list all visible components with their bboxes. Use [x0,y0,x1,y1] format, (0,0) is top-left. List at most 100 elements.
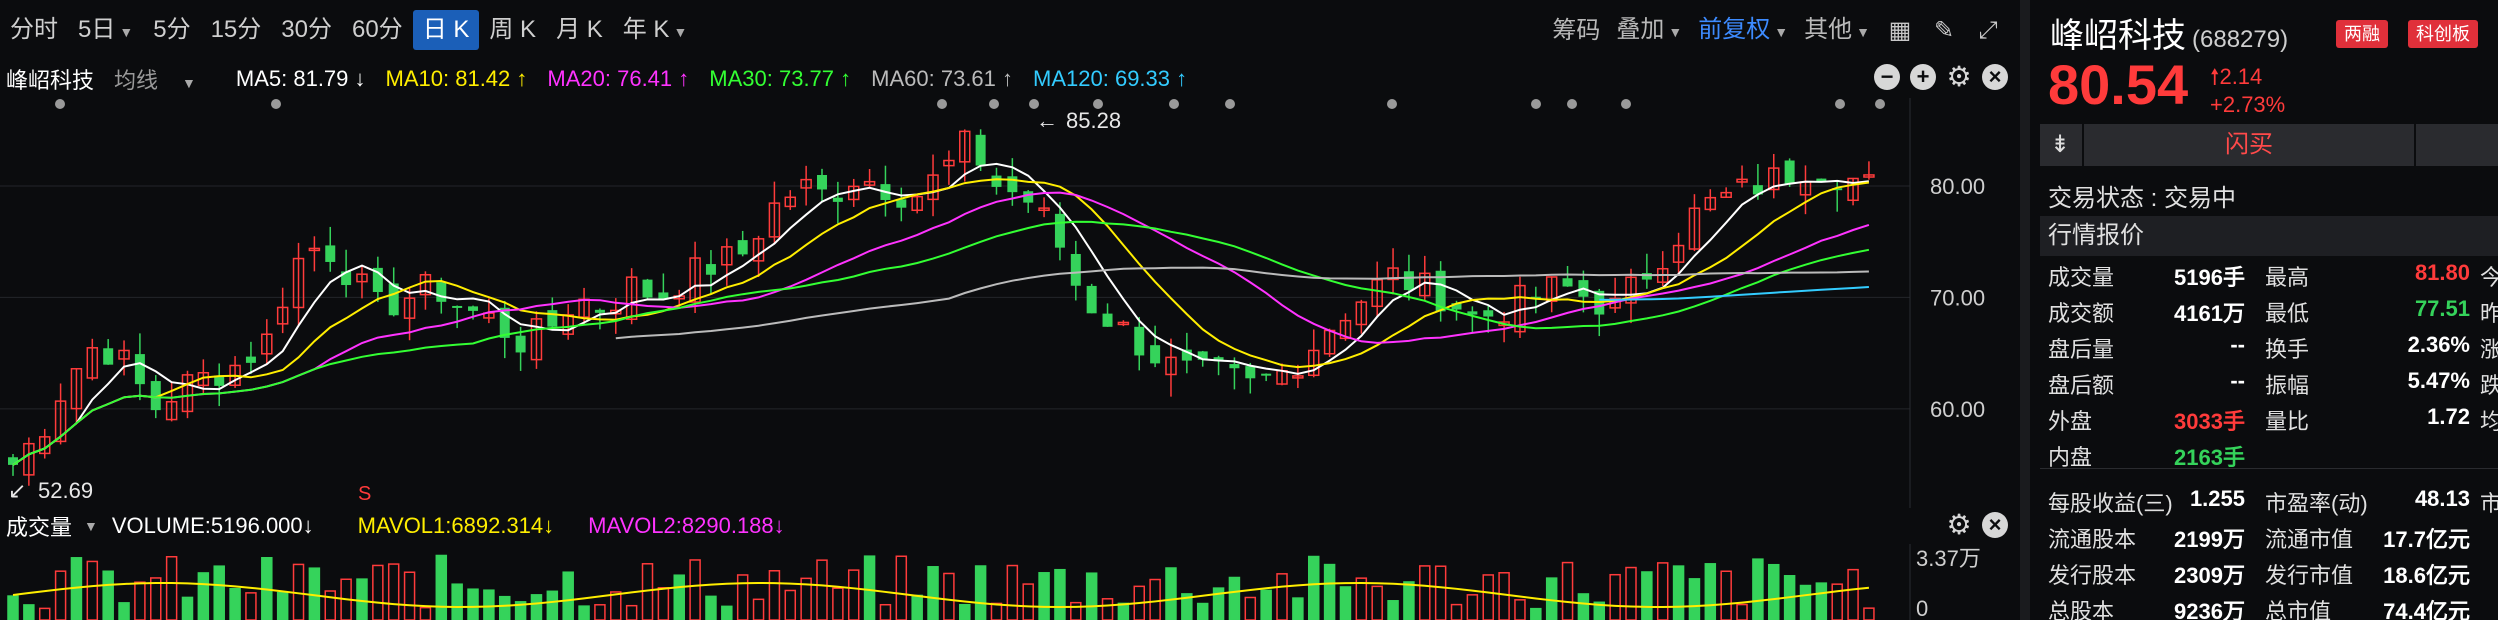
volume-bar [1006,564,1019,620]
volume-bar [1514,599,1526,620]
zoom-in-icon[interactable]: + [1910,64,1936,90]
volume-bar [134,581,146,620]
chevron-down-icon[interactable]: ▼ [84,518,98,534]
pen-icon[interactable]: ✎ [1930,17,1958,45]
volume-bar [689,559,701,620]
volume-bar [1228,576,1241,620]
volume-bar [784,589,797,620]
volume-bar [1307,555,1320,620]
zoom-out-icon[interactable]: − [1874,64,1900,90]
candle-body [468,306,479,311]
candle-body [1070,253,1081,286]
volume-bar [1688,578,1701,620]
volume-controls: ⚙ × [1936,511,2008,539]
candle-body [452,305,463,308]
volume-bar [1768,563,1780,620]
period-tab-label: 5日 [78,16,116,43]
overlay-dropdown[interactable]: 叠加 ▼ [1608,10,1690,52]
volume-bar [435,554,448,620]
volume-bar [1070,601,1082,620]
quote-row: 流通股本 2199万 流通市值 17.7亿元 [2040,522,2498,558]
volume-bar [419,606,432,620]
quote-value: 81.80 [2414,260,2470,285]
gear-icon[interactable]: ⚙ [1946,511,1972,539]
quote-label: 跌 [2480,373,2498,398]
quote-section-title: 行情报价 [2040,216,2498,256]
period-tab-9[interactable]: 年 K ▼ [613,10,698,50]
quote-value: 2.36% [2407,332,2470,357]
volume-bar [356,578,368,620]
period-tab-1[interactable]: 5日 ▼ [68,10,143,50]
volume-bar [1736,603,1748,620]
other-dropdown[interactable]: 其他 ▼ [1796,10,1878,52]
fullscreen-icon[interactable]: ⤢ [1974,17,2002,45]
price-change-pct: +2.73% [2210,92,2286,117]
period-tab-5[interactable]: 60分 [342,10,413,50]
candle-body [134,354,145,385]
volume-bar [879,603,892,620]
candle-body [1403,271,1414,291]
grid-icon[interactable]: ▦ [1886,17,1914,45]
quote-row: 内盘 2163手 [2040,440,2498,476]
period-tab-4[interactable]: 30分 [271,10,342,50]
close-icon[interactable]: × [1982,512,2008,538]
adjust-dropdown[interactable]: 前复权 ▼ [1690,10,1796,52]
kline-chart[interactable]: 80.00 70.00 60.00 85.28 ← 52.69 ↙ S [0,98,2020,508]
volume-bar [1101,598,1114,620]
volume-bar [1799,584,1812,620]
volume-bar [1625,566,1637,620]
volume-bar [1656,562,1669,620]
stock-name: 峰岹科技 [2050,17,2186,55]
volume-bar [1260,589,1272,620]
period-tab-7[interactable]: 周 K [479,10,546,50]
mavol2-label: MAVOL2:8290.188↓ [588,513,785,538]
chevron-down-icon: ▼ [673,24,688,40]
candle-body [515,335,526,353]
period-tab-8[interactable]: 月 K [546,10,613,50]
volume-bar [816,559,828,620]
y-tick-label: 70.00 [1930,285,1985,310]
quote-row: 总股本 9236万 总市值 74.4亿元 [2040,594,2498,620]
volume-bar [1498,572,1510,620]
panel-divider[interactable] [2020,0,2030,620]
volume-bar [927,566,939,620]
volume-bar [943,572,955,620]
mavol1-line [12,582,1870,608]
gear-icon[interactable]: ⚙ [1946,63,1972,91]
period-tab-0[interactable]: 分时 [0,10,68,50]
volume-bar [1038,572,1050,620]
period-tab-6[interactable]: 日 K [412,10,480,50]
volume-bar [324,590,337,620]
chart-stock-name: 峰岹科技 [6,68,95,93]
period-tab-2[interactable]: 5分 [143,10,200,50]
volume-bar [1165,567,1177,620]
volume-bar [1054,568,1066,620]
period-tab-3[interactable]: 15分 [201,10,272,50]
volume-bar [578,605,590,620]
close-icon[interactable]: × [1982,64,2008,90]
event-dot [989,99,999,109]
volume-bar [229,587,241,620]
ma60-label: MA60: 73.61 ↑ [871,66,1014,91]
volume-bar [657,587,670,620]
volume-bar [1482,574,1494,620]
candle-body [1229,364,1240,369]
volume-bar [721,605,733,620]
volume-tick-label: 3.37万 [1916,546,1981,571]
volume-bar [1196,602,1209,620]
candle-body [991,175,1002,187]
quote-value: 2163手 [2174,445,2245,470]
volume-bar [1434,565,1447,620]
ma-style-dropdown[interactable]: 均线 ▼ [114,63,216,95]
volume-bar [974,565,987,620]
volume-bar [990,602,1003,620]
collapse-arrow-icon[interactable]: ⇟ [2050,130,2070,159]
flash-buy-button[interactable]: 闪买 [2082,124,2416,166]
chips-button[interactable]: 筹码 [1544,11,1608,51]
event-dot [937,99,947,109]
volume-bar [1609,573,1621,620]
volume-bar [863,555,876,620]
volume-chart[interactable]: 3.37万 0 [0,544,2020,620]
period-tab-label: 60分 [351,16,403,43]
volume-bar [1720,570,1732,620]
